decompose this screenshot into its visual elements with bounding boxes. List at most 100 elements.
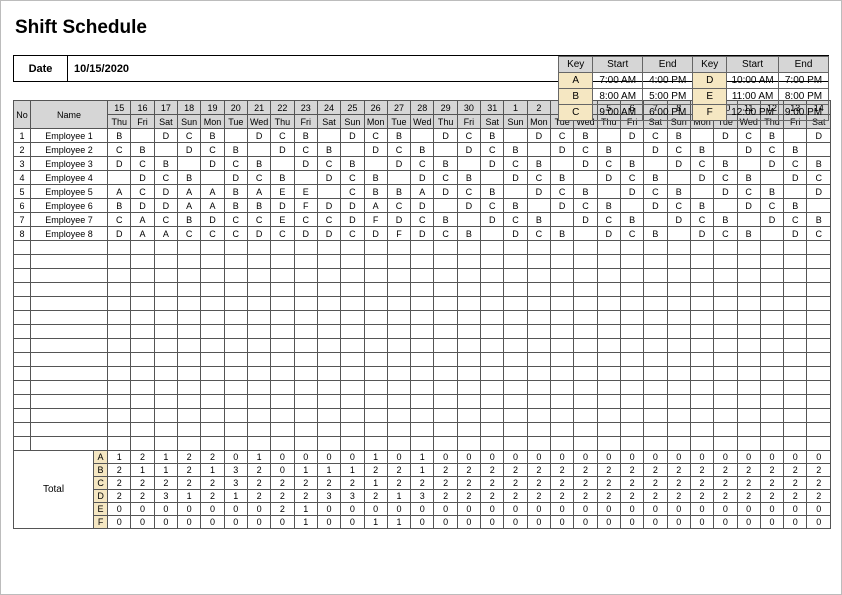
shift-cell	[784, 185, 807, 199]
shift-cell: D	[620, 185, 643, 199]
empty-cell	[317, 339, 340, 353]
shift-cell: B	[387, 129, 410, 143]
total-value: 2	[294, 477, 317, 490]
total-value: 2	[667, 490, 690, 503]
total-value: 2	[690, 477, 713, 490]
end-header: End	[779, 57, 829, 73]
shift-cell	[760, 171, 783, 185]
empty-cell	[364, 241, 387, 255]
total-value: 0	[387, 503, 410, 516]
empty-cell	[434, 325, 457, 339]
total-value: 2	[784, 490, 807, 503]
empty-cell	[14, 381, 31, 395]
total-value: 0	[457, 451, 480, 464]
empty-cell	[737, 339, 760, 353]
shift-cell: B	[527, 157, 550, 171]
empty-cell	[457, 255, 480, 269]
total-value: 2	[667, 464, 690, 477]
empty-cell	[387, 339, 410, 353]
shift-cell	[527, 199, 550, 213]
shift-cell: D	[690, 171, 713, 185]
total-value: 2	[807, 464, 831, 477]
shift-cell	[714, 143, 737, 157]
empty-cell	[387, 381, 410, 395]
shift-cell: C	[317, 213, 340, 227]
empty-cell	[644, 381, 667, 395]
empty-cell	[620, 437, 643, 451]
empty-cell	[714, 339, 737, 353]
shift-cell: C	[387, 199, 410, 213]
day-number-header: 21	[247, 101, 270, 115]
empty-cell	[574, 241, 597, 255]
empty-cell	[620, 395, 643, 409]
empty-cell	[481, 269, 504, 283]
total-value: 0	[411, 503, 434, 516]
empty-cell	[31, 367, 108, 381]
empty-cell	[760, 255, 783, 269]
empty-cell	[14, 395, 31, 409]
table-row: 8Employee 8DAACCCDCDDCDFDCBDCBDCBDCBDC	[14, 227, 831, 241]
empty-cell	[434, 381, 457, 395]
shift-cell: D	[108, 157, 131, 171]
empty-cell	[574, 395, 597, 409]
total-value: 3	[224, 477, 247, 490]
empty-cell	[108, 283, 131, 297]
total-value: 2	[178, 477, 201, 490]
empty-cell	[411, 395, 434, 409]
total-row: TotalA1212201000010100000000000000000	[14, 451, 831, 464]
shift-cell: B	[807, 213, 831, 227]
total-value: 2	[597, 464, 620, 477]
empty-cell	[271, 255, 294, 269]
employee-name: Employee 7	[31, 213, 108, 227]
empty-cell	[387, 409, 410, 423]
empty-cell	[620, 241, 643, 255]
shift-cell: C	[341, 185, 364, 199]
total-key: B	[94, 464, 108, 477]
shift-cell: A	[247, 185, 270, 199]
empty-cell	[271, 269, 294, 283]
empty-cell	[387, 423, 410, 437]
empty-cell	[364, 283, 387, 297]
shift-cell: C	[551, 185, 574, 199]
empty-cell	[317, 423, 340, 437]
empty-cell	[271, 311, 294, 325]
empty-cell	[737, 423, 760, 437]
key-code: D	[693, 73, 727, 89]
empty-cell	[504, 325, 527, 339]
total-value: 2	[271, 490, 294, 503]
total-value: 0	[597, 451, 620, 464]
empty-cell	[341, 325, 364, 339]
empty-cell	[527, 283, 550, 297]
empty-cell	[224, 241, 247, 255]
shift-cell: F	[387, 227, 410, 241]
empty-cell	[457, 241, 480, 255]
empty-cell	[760, 423, 783, 437]
shift-cell: C	[620, 227, 643, 241]
empty-cell	[108, 269, 131, 283]
employee-name: Employee 4	[31, 171, 108, 185]
empty-cell	[574, 339, 597, 353]
shift-cell: D	[154, 129, 177, 143]
empty-cell	[271, 423, 294, 437]
shift-cell: B	[760, 129, 783, 143]
shift-cell: B	[247, 157, 270, 171]
shift-cell: D	[597, 171, 620, 185]
shift-cell: D	[387, 213, 410, 227]
empty-cell	[457, 437, 480, 451]
empty-cell	[108, 339, 131, 353]
day-name-header: Tue	[224, 115, 247, 129]
empty-cell	[644, 437, 667, 451]
empty-cell	[317, 395, 340, 409]
empty-cell	[597, 255, 620, 269]
shift-cell	[294, 171, 317, 185]
total-value: 0	[737, 451, 760, 464]
empty-cell	[224, 381, 247, 395]
key-code: C	[559, 105, 593, 121]
shift-cell: C	[271, 227, 294, 241]
empty-cell	[364, 325, 387, 339]
empty-cell	[644, 269, 667, 283]
empty-cell	[247, 255, 270, 269]
empty-cell	[341, 297, 364, 311]
shift-cell: C	[224, 157, 247, 171]
total-value: 0	[317, 516, 340, 529]
